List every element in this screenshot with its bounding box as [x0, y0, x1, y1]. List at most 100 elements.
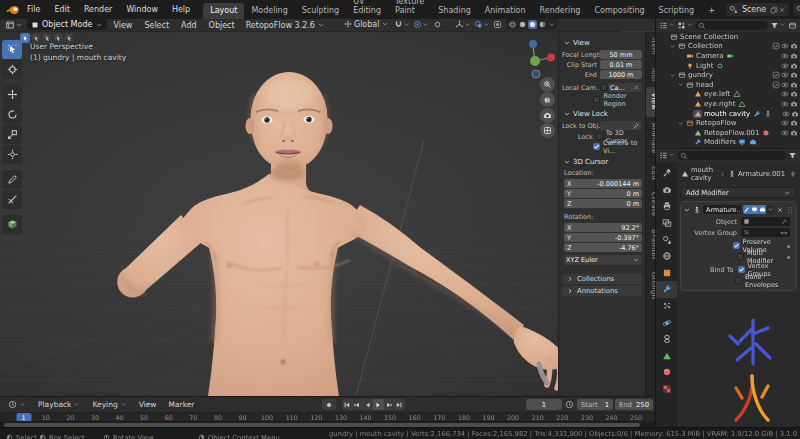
- outliner-row-retopoflow[interactable]: RetopoFlow: [656, 118, 800, 128]
- camera-view-button[interactable]: [540, 108, 555, 123]
- play-reverse-button[interactable]: [363, 399, 374, 410]
- properties-tab-data[interactable]: [656, 348, 677, 365]
- render-toggle[interactable]: [789, 129, 798, 137]
- shading-material[interactable]: [528, 20, 537, 29]
- auto-keying-button[interactable]: [322, 399, 336, 410]
- render-toggle[interactable]: [789, 90, 798, 98]
- timeline-menu-view[interactable]: View: [133, 400, 163, 409]
- workspace-tab-rendering[interactable]: Rendering: [533, 3, 588, 19]
- viewport-menu-add[interactable]: Add: [175, 21, 203, 30]
- properties-tab-tool[interactable]: [656, 165, 677, 182]
- previous-keyframe-button[interactable]: [352, 399, 363, 410]
- properties-tab-particles[interactable]: [656, 298, 677, 315]
- outliner-row-camera[interactable]: Camera: [656, 51, 800, 61]
- timeline-menu-keying[interactable]: Keying: [86, 400, 132, 409]
- workspace-tab-layout[interactable]: Layout: [203, 3, 244, 19]
- retopoflow-menu[interactable]: RetopoFlow 3.2.6: [241, 21, 330, 30]
- select-mode-intersect[interactable]: [64, 33, 74, 43]
- modifier-name-field[interactable]: Armature..: [703, 205, 741, 214]
- properties-tab-physics[interactable]: [656, 314, 677, 331]
- workspace-tab-modeling[interactable]: Modeling: [244, 3, 294, 19]
- menu-render[interactable]: Render: [77, 5, 119, 14]
- transform-orientation-dropdown[interactable]: Global: [330, 20, 390, 31]
- tool-transform[interactable]: [2, 145, 22, 164]
- modifier-edit-mode-toggle[interactable]: [743, 205, 751, 214]
- outliner-search[interactable]: [695, 21, 768, 30]
- jump-to-start-button[interactable]: [342, 399, 353, 410]
- multi-modifier-checkbox[interactable]: [737, 253, 744, 260]
- properties-tab-modifiers[interactable]: [656, 281, 677, 298]
- modifier-realtime-toggle[interactable]: [750, 205, 758, 214]
- close-icon[interactable]: [776, 206, 784, 214]
- select-mode-invert[interactable]: [53, 33, 63, 43]
- outliner-row-scene-collection[interactable]: Scene Collection: [656, 32, 800, 42]
- hide-toggle[interactable]: [780, 129, 789, 137]
- use-preview-range-button[interactable]: [565, 400, 574, 409]
- tool-select-box[interactable]: [2, 40, 22, 59]
- snapping-toggle[interactable]: [389, 20, 410, 31]
- local-camera-checkbox[interactable]: [600, 84, 607, 91]
- properties-tab-material[interactable]: [656, 364, 677, 381]
- timeline-editor-dropdown[interactable]: [2, 400, 32, 409]
- view-section-header[interactable]: View: [563, 39, 642, 47]
- viewport-menu-object[interactable]: Object: [203, 21, 241, 30]
- tool-measure[interactable]: [2, 190, 22, 209]
- object-field[interactable]: [741, 217, 790, 226]
- annotations-section[interactable]: Annotations: [562, 286, 642, 296]
- viewport-menu-select[interactable]: Select: [138, 21, 175, 30]
- next-keyframe-button[interactable]: [384, 399, 395, 410]
- workspace-tab-animation[interactable]: Animation: [478, 3, 533, 19]
- bone-envelopes-checkbox[interactable]: [735, 277, 742, 284]
- tool-cursor[interactable]: [2, 60, 22, 79]
- workspace-tab-shading[interactable]: Shading: [431, 3, 478, 19]
- proportional-falloff-icon[interactable]: [429, 20, 442, 31]
- properties-tab-constraints[interactable]: [656, 331, 677, 348]
- cursor-rotation-x[interactable]: X92.2°: [564, 223, 642, 232]
- hide-toggle[interactable]: [781, 110, 790, 118]
- render-toggle[interactable]: [789, 100, 798, 108]
- tool-rotate[interactable]: [2, 105, 22, 124]
- selectable-toggle[interactable]: [771, 81, 780, 89]
- scrollbar-thumb[interactable]: [4, 423, 640, 427]
- close-icon[interactable]: [778, 6, 786, 14]
- new-collection-icon[interactable]: [788, 21, 797, 30]
- render-toggle[interactable]: [789, 52, 798, 60]
- mode-dropdown[interactable]: Object Mode: [23, 19, 107, 31]
- render-toggle[interactable]: [789, 62, 798, 70]
- shading-wireframe[interactable]: [508, 20, 517, 29]
- workspace-tab-scripting[interactable]: Scripting: [652, 3, 702, 19]
- zoom-button[interactable]: [540, 77, 555, 92]
- render-toggle[interactable]: [790, 110, 799, 118]
- drag-handle-icon[interactable]: [786, 206, 794, 214]
- cursor-rotation-z[interactable]: Z-4.76°: [564, 243, 642, 252]
- shading-solid[interactable]: [518, 20, 527, 29]
- navigation-gizmo[interactable]: [522, 36, 556, 80]
- cursor-location-z[interactable]: Z0 m: [564, 199, 642, 208]
- camera-to-view-checkbox[interactable]: [593, 143, 600, 150]
- vertex-group-field[interactable]: [741, 228, 790, 237]
- properties-filter-icon[interactable]: [788, 151, 797, 160]
- render-toggle[interactable]: [789, 71, 798, 79]
- select-mode-subtract[interactable]: [42, 33, 52, 43]
- cursor-rotation-y[interactable]: Y-0.397°: [564, 233, 642, 242]
- breadcrumb-object[interactable]: mouth cavity: [691, 166, 717, 182]
- menu-window[interactable]: Window: [119, 5, 165, 14]
- workspace-tab-texture-paint[interactable]: Texture Paint: [388, 0, 431, 19]
- expand-icon[interactable]: [683, 206, 691, 214]
- frame-end-field[interactable]: End250: [615, 399, 653, 410]
- tool-move[interactable]: [2, 85, 22, 104]
- hide-toggle[interactable]: [780, 119, 789, 127]
- render-toggle[interactable]: [789, 42, 798, 50]
- properties-tab-texture[interactable]: [656, 381, 677, 398]
- workspace-tab-uv-editing[interactable]: UV Editing: [346, 0, 388, 19]
- properties-tab-world[interactable]: [656, 248, 677, 265]
- workspace-tab-sculpting[interactable]: Sculpting: [295, 3, 346, 19]
- to-3d-cursor-checkbox[interactable]: [596, 133, 603, 140]
- properties-tab-scene[interactable]: [656, 231, 677, 248]
- hide-toggle[interactable]: [780, 100, 789, 108]
- properties-search[interactable]: [677, 151, 786, 160]
- shading-rendered[interactable]: [538, 20, 547, 29]
- scene-name[interactable]: Scene: [738, 5, 770, 14]
- properties-tab-render[interactable]: [656, 182, 677, 199]
- focal-length-field[interactable]: 50 mm: [600, 50, 642, 59]
